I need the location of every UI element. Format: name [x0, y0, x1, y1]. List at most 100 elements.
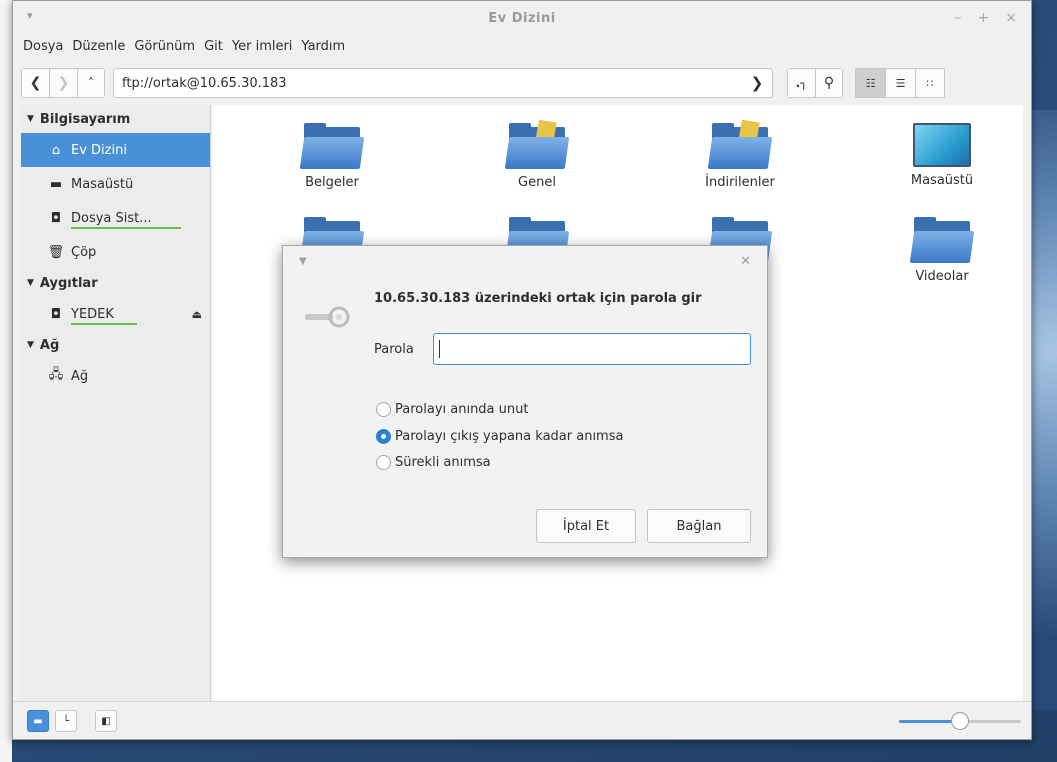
- password-input[interactable]: [433, 333, 751, 365]
- tree-icon: └: [62, 715, 70, 727]
- dialog-title: 10.65.30.183 üzerindeki ortak için parol…: [374, 291, 702, 306]
- list-icon: ☰: [895, 76, 906, 90]
- menubar: Dosya Düzenle Görünüm Git Yer imleri Yar…: [13, 37, 1031, 59]
- close-icon[interactable]: ×: [1005, 10, 1017, 26]
- file-item-belgeler[interactable]: Belgeler: [267, 123, 397, 190]
- desktop-background-left: [0, 0, 12, 762]
- menu-yer-imleri[interactable]: Yer imleri: [232, 37, 302, 59]
- text-cursor: [439, 340, 440, 358]
- file-label: Masaüstü: [910, 173, 974, 188]
- search-icon: ⚲: [823, 75, 835, 91]
- radio-button[interactable]: [376, 402, 391, 417]
- toggle-sidebar-button[interactable]: ◧: [95, 710, 117, 732]
- file-label: İndirilenler: [705, 175, 775, 190]
- statusbar: ▬ └ ◧: [13, 701, 1031, 739]
- sidebar-item-label: Çöp: [71, 244, 97, 260]
- radio-label: Parolayı çıkış yapana kadar anımsa: [395, 429, 624, 444]
- compact-list-icon: ∷: [926, 76, 934, 90]
- sidebar-section-computer[interactable]: ▼ Bilgisayarım: [21, 105, 210, 133]
- sidebar: ▼ Bilgisayarım ⌂ Ev Dizini ▬ Masaüstü ◘ …: [21, 105, 211, 701]
- chevron-up-icon: ˄: [88, 76, 94, 90]
- chevron-right-icon: ❯: [750, 74, 764, 92]
- radio-button[interactable]: [376, 455, 391, 470]
- icon-view-button[interactable]: ☷: [855, 68, 885, 98]
- sidebar-item-filesystem[interactable]: ◘ Dosya Sist...: [21, 201, 210, 235]
- connect-button[interactable]: Bağlan: [647, 509, 751, 543]
- navigation-buttons: ❮ ❯ ˄: [21, 68, 105, 98]
- sidebar-item-yedek[interactable]: ◘ YEDEK ⏏: [21, 297, 210, 331]
- remember-option-session[interactable]: Parolayı çıkış yapana kadar anımsa: [376, 429, 623, 444]
- sidebar-item-label: Ağ: [71, 368, 89, 384]
- sidebar-toggle-icon: ◧: [101, 715, 111, 727]
- chevron-right-icon: ❯: [57, 75, 70, 91]
- location-bar[interactable]: ftp://ortak@10.65.30.183 ❯: [113, 68, 773, 98]
- menu-gorunum[interactable]: Görünüm: [134, 37, 204, 59]
- file-item-indirilenler[interactable]: İndirilenler: [675, 119, 805, 190]
- collapse-triangle-icon: ▼: [27, 114, 34, 124]
- folder-icon: ▬: [49, 176, 63, 192]
- collapse-triangle-icon: ▼: [27, 340, 34, 350]
- menu-yardim[interactable]: Yardım: [301, 37, 354, 59]
- back-button[interactable]: ❮: [21, 68, 49, 98]
- menu-duzenle[interactable]: Düzenle: [72, 37, 134, 59]
- sidebar-item-trash[interactable]: 🗑 Çöp: [21, 235, 210, 269]
- file-item-videolar[interactable]: Videolar: [877, 217, 1007, 284]
- home-icon: ⌂: [51, 142, 61, 158]
- list-view-button[interactable]: ☰: [885, 68, 915, 98]
- view-mode-buttons: ☷ ☰ ∷: [855, 68, 945, 98]
- password-label: Parola: [374, 342, 414, 357]
- file-item-genel[interactable]: Genel: [472, 119, 602, 190]
- up-button[interactable]: ˄: [77, 68, 105, 98]
- window-controls: – + ×: [955, 10, 1017, 26]
- sidebar-item-desktop[interactable]: ▬ Masaüstü: [21, 167, 210, 201]
- password-dialog: ▼ ✕ 10.65.30.183 üzerindeki ortak için p…: [282, 245, 768, 558]
- cancel-button[interactable]: İptal Et: [536, 509, 636, 543]
- trash-icon: 🗑: [47, 244, 65, 260]
- sidebar-item-label: YEDEK: [71, 306, 114, 322]
- folder-icon: [909, 217, 975, 263]
- compact-view-button[interactable]: ∷: [915, 68, 945, 98]
- dialog-menu-icon[interactable]: ▼: [299, 256, 307, 267]
- chevron-left-icon: ❮: [29, 75, 42, 91]
- window-title: Ev Dizini: [488, 11, 556, 26]
- open-terminal-button[interactable]: .┐: [787, 68, 815, 98]
- remember-option-forget[interactable]: Parolayı anında unut: [376, 402, 528, 417]
- zoom-slider[interactable]: [899, 712, 1021, 730]
- key-icon: [305, 306, 350, 328]
- file-label: Videolar: [915, 269, 969, 284]
- sidebar-section-network[interactable]: ▼ Ağ: [21, 331, 210, 359]
- radio-button[interactable]: [376, 429, 391, 444]
- sidebar-item-network[interactable]: 🖧 Ağ: [21, 359, 210, 393]
- location-text: ftp://ortak@10.65.30.183: [122, 75, 287, 91]
- minimize-icon[interactable]: –: [955, 10, 962, 26]
- go-button[interactable]: ❯: [742, 69, 772, 97]
- grid-icon: ☷: [865, 76, 876, 90]
- sidebar-item-label: Dosya Sist...: [71, 210, 152, 226]
- collapse-triangle-icon: ▼: [27, 278, 34, 288]
- search-button[interactable]: ⚲: [815, 68, 843, 98]
- tree-pane-button[interactable]: └: [55, 710, 77, 732]
- sidebar-item-label: Ev Dizini: [71, 142, 127, 158]
- maximize-icon[interactable]: +: [978, 10, 990, 26]
- radio-label: Sürekli anımsa: [395, 455, 491, 470]
- disk-usage-bar: [71, 227, 181, 229]
- file-item-masaustu[interactable]: Masaüstü: [877, 123, 1007, 188]
- file-label: Genel: [518, 175, 556, 190]
- titlebar: ▾ Ev Dizini – + ×: [13, 1, 1031, 35]
- file-label: Belgeler: [305, 175, 359, 190]
- sidebar-item-home[interactable]: ⌂ Ev Dizini: [21, 133, 210, 167]
- places-pane-button[interactable]: ▬: [27, 710, 49, 732]
- menu-dosya[interactable]: Dosya: [23, 37, 72, 59]
- network-icon: 🖧: [48, 367, 64, 382]
- remember-option-forever[interactable]: Sürekli anımsa: [376, 455, 491, 470]
- close-icon[interactable]: ✕: [740, 254, 751, 269]
- menu-git[interactable]: Git: [204, 37, 232, 59]
- forward-button[interactable]: ❯: [49, 68, 77, 98]
- sidebar-section-title: Aygıtlar: [39, 275, 98, 291]
- folder-icon: [299, 123, 365, 169]
- sidebar-section-devices[interactable]: ▼ Aygıtlar: [21, 269, 210, 297]
- zoom-slider-handle[interactable]: [951, 712, 969, 730]
- eject-icon[interactable]: ⏏: [192, 308, 202, 321]
- toolbar: ❮ ❯ ˄ ftp://ortak@10.65.30.183 ❯ .┐ ⚲ ☷ …: [21, 65, 1023, 101]
- drive-icon: ◘: [50, 306, 62, 322]
